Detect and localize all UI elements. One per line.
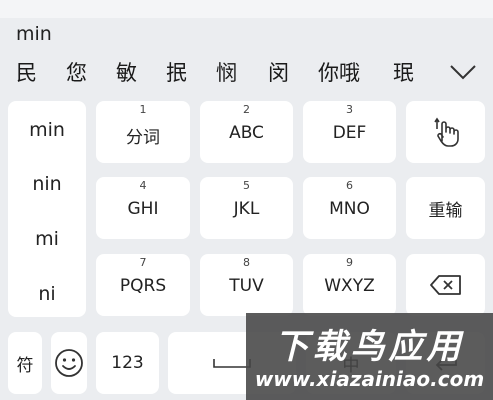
candidate-bar: 民 您 敏 抿 悯 闵 你哦 珉 <box>0 56 493 90</box>
composition-pinyin: min <box>16 23 52 45</box>
pinyin-option[interactable]: mi <box>8 228 86 250</box>
key-6[interactable]: 6 MNO <box>303 177 396 239</box>
candidate-item[interactable]: 珉 <box>393 56 414 90</box>
chevron-down-icon[interactable] <box>448 60 478 84</box>
handwrite-button[interactable] <box>406 101 485 163</box>
key-1[interactable]: 1 分词 <box>96 101 190 163</box>
pinyin-option[interactable]: nin <box>8 173 86 195</box>
candidate-item[interactable]: 您 <box>66 56 87 90</box>
candidate-item[interactable]: 抿 <box>166 56 187 90</box>
key-8[interactable]: 8 TUV <box>200 254 293 316</box>
pinyin-option[interactable]: min <box>8 119 86 141</box>
backspace-button[interactable] <box>406 254 485 316</box>
watermark-url: www.xiazainiao.com <box>254 367 485 391</box>
candidate-item[interactable]: 闵 <box>268 56 289 90</box>
key-9[interactable]: 9 WXYZ <box>303 254 396 316</box>
key-2[interactable]: 2 ABC <box>200 101 293 163</box>
smiley-icon <box>55 349 83 377</box>
key-3[interactable]: 3 DEF <box>303 101 396 163</box>
candidate-item[interactable]: 你哦 <box>318 56 360 90</box>
watermark: 下载鸟应用 www.xiazainiao.com <box>246 313 493 400</box>
pinyin-option[interactable]: ni <box>8 283 86 305</box>
hand-pointer-icon <box>433 117 459 147</box>
emoji-button[interactable] <box>51 332 87 394</box>
symbol-button[interactable]: 符 <box>8 332 42 394</box>
reinput-button[interactable]: 重输 <box>406 177 485 239</box>
watermark-title: 下载鸟应用 <box>274 327 465 367</box>
candidate-item[interactable]: 悯 <box>216 56 237 90</box>
backspace-icon <box>429 275 461 295</box>
top-bar <box>0 0 493 18</box>
pinyin-options-column: min nin mi ni <box>8 101 86 317</box>
key-5[interactable]: 5 JKL <box>200 177 293 239</box>
numbers-button[interactable]: 123 <box>96 332 159 394</box>
key-4[interactable]: 4 GHI <box>96 177 190 239</box>
candidate-item[interactable]: 敏 <box>116 56 137 90</box>
candidate-item[interactable]: 民 <box>16 56 37 90</box>
key-7[interactable]: 7 PQRS <box>96 254 190 316</box>
